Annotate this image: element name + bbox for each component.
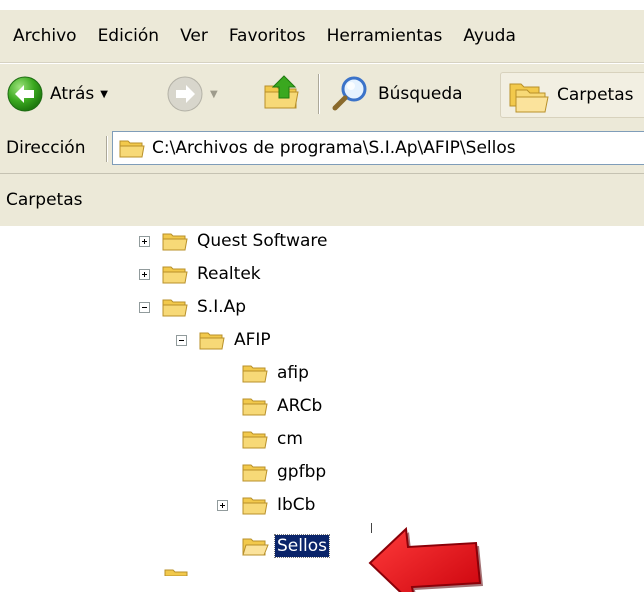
tree-node-ibcb[interactable]: IbCb xyxy=(217,491,317,519)
magnifier-icon xyxy=(332,76,367,111)
menu-archivo[interactable]: Archivo xyxy=(0,10,88,62)
tree-node-arcb[interactable]: ARCb xyxy=(241,392,324,420)
search-label: Búsqueda xyxy=(378,84,463,104)
forward-button[interactable]: ▼ xyxy=(166,72,218,116)
folder-icon xyxy=(162,299,188,317)
search-button[interactable]: Búsqueda xyxy=(330,72,463,116)
address-label: Dirección xyxy=(6,138,86,158)
forward-arrow-icon xyxy=(167,76,203,112)
folder-icon xyxy=(242,464,268,482)
tree-label-selected: Sellos xyxy=(274,534,330,558)
address-path: C:\Archivos de programa\S.I.Ap\AFIP\Sell… xyxy=(152,138,516,158)
folder-tree: Quest Software Realtek S.I.Ap AFIP afip xyxy=(0,226,644,592)
tree-label: Quest Software xyxy=(197,231,328,251)
folders-button[interactable]: Carpetas xyxy=(500,72,644,118)
tree-label: IbCb xyxy=(277,495,316,515)
folder-icon xyxy=(199,332,225,350)
tree-node-realtek[interactable]: Realtek xyxy=(139,260,263,288)
folders-pane-title: Carpetas xyxy=(6,190,83,210)
tree-label: cm xyxy=(277,429,303,449)
address-field[interactable]: C:\Archivos de programa\S.I.Ap\AFIP\Sell… xyxy=(112,131,644,165)
collapse-minus-icon[interactable] xyxy=(139,301,150,313)
tree-node-cm[interactable]: cm xyxy=(241,425,305,453)
menu-ver[interactable]: Ver xyxy=(170,10,219,62)
folders-icon xyxy=(509,83,549,113)
folder-icon xyxy=(242,497,268,515)
address-separator xyxy=(106,136,108,162)
tree-label: gpfbp xyxy=(277,462,327,482)
address-bar: Dirección C:\Archivos de programa\S.I.Ap… xyxy=(0,124,644,174)
folders-pane-header: Carpetas xyxy=(0,174,644,227)
back-label: Atrás xyxy=(50,84,95,104)
tree-node-gpfbp[interactable]: gpfbp xyxy=(241,458,328,486)
folder-icon xyxy=(119,140,145,158)
folder-icon xyxy=(242,365,268,383)
tree-label: S.I.Ap xyxy=(197,297,247,317)
tree-node-siap[interactable]: S.I.Ap xyxy=(139,293,248,321)
tree-node-afip[interactable]: AFIP xyxy=(176,326,273,354)
tree-label: Realtek xyxy=(197,264,261,284)
expand-plus-icon[interactable] xyxy=(217,499,228,511)
forward-dropdown-icon[interactable]: ▼ xyxy=(210,89,218,100)
back-arrow-icon xyxy=(7,76,43,112)
back-button[interactable]: Atrás ▼ xyxy=(6,72,108,116)
up-folder-button[interactable] xyxy=(262,72,304,116)
menu-favoritos[interactable]: Favoritos xyxy=(219,10,317,62)
folders-label: Carpetas xyxy=(557,85,634,105)
menu-herramientas[interactable]: Herramientas xyxy=(317,10,454,62)
expand-plus-icon[interactable] xyxy=(139,268,150,280)
tree-label: AFIP xyxy=(234,330,271,350)
back-dropdown-icon[interactable]: ▼ xyxy=(100,89,108,100)
folder-icon xyxy=(242,431,268,449)
toolbar-separator xyxy=(318,74,320,114)
folder-icon xyxy=(164,569,188,576)
collapse-minus-icon[interactable] xyxy=(176,334,187,346)
open-folder-icon xyxy=(242,538,269,556)
menu-ayuda[interactable]: Ayuda xyxy=(453,10,527,62)
tree-node-afip-sub[interactable]: afip xyxy=(241,359,311,387)
menu-bar: Archivo Edición Ver Favoritos Herramient… xyxy=(0,10,644,63)
tree-node-quest-software[interactable]: Quest Software xyxy=(139,227,329,255)
folder-icon xyxy=(242,398,268,416)
expand-plus-icon[interactable] xyxy=(139,235,150,247)
tree-node-sellos[interactable]: Sellos xyxy=(241,532,330,560)
folder-up-icon xyxy=(264,75,299,109)
window-title-strip xyxy=(0,0,644,10)
folder-icon xyxy=(162,233,188,251)
toolbar: Atrás ▼ ▼ Búsqueda Carpetas xyxy=(0,63,644,125)
tree-label: afip xyxy=(277,363,309,383)
menu-edicion[interactable]: Edición xyxy=(88,10,171,62)
folder-icon xyxy=(162,266,188,284)
tree-label: ARCb xyxy=(277,396,323,416)
red-arrow-icon xyxy=(368,526,483,592)
